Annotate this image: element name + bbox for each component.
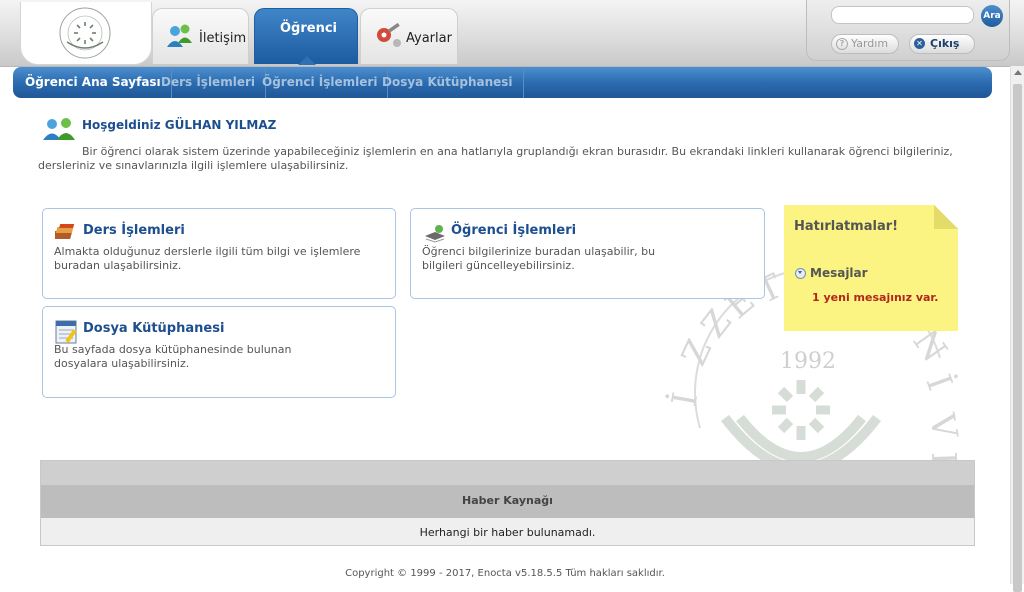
logout-button-label: Çıkış xyxy=(930,37,960,50)
news-feed-title: Haber Kaynağı xyxy=(462,494,553,507)
reminders-note: Hatırlatmalar! Mesajlar 1 yeni mesajınız… xyxy=(784,205,958,331)
sub-navigation: Öğrenci Ana Sayfası Ders İşlemleri Öğren… xyxy=(13,67,992,98)
new-message-link[interactable]: 1 yeni mesajınız var. xyxy=(812,291,938,304)
svg-text:V: V xyxy=(921,410,965,444)
svg-text:İ: İ xyxy=(918,369,960,395)
card-ogrenci-title[interactable]: Öğrenci İşlemleri xyxy=(451,223,576,238)
welcome-title: Hoşgeldiniz GÜLHAN YILMAZ xyxy=(82,118,277,132)
tab-ogrenci-label: Öğrenci xyxy=(280,21,338,36)
student-icon xyxy=(423,221,447,246)
subnav-ogrenci-islemleri[interactable]: Öğrenci İşlemleri xyxy=(252,67,389,98)
header-tools: Ara ? Yardım ✕ Çıkış xyxy=(806,0,1010,61)
tab-ogrenci[interactable]: Öğrenci xyxy=(254,8,358,65)
card-dosya-title[interactable]: Dosya Kütüphanesi xyxy=(83,321,224,336)
help-icon: ? xyxy=(836,38,848,50)
vertical-scrollbar[interactable] xyxy=(1010,66,1024,592)
tab-ayarlar[interactable]: Ayarlar xyxy=(360,8,458,64)
card-ders-islemleri[interactable]: Ders İşlemleri Almakta olduğunuz dersler… xyxy=(42,208,396,299)
card-ogrenci-islemleri[interactable]: Öğrenci İşlemleri Öğrenci bilgilerinize … xyxy=(410,208,765,299)
card-dosya-description: Bu sayfada dosya kütüphanesinde bulunan … xyxy=(54,343,292,370)
search-button[interactable]: Ara xyxy=(981,5,1003,27)
svg-text:Z: Z xyxy=(674,333,720,371)
news-empty-message: Herhangi bir haber bulunamadı. xyxy=(419,526,596,539)
scroll-thumb[interactable] xyxy=(1013,84,1022,592)
active-tab-pointer xyxy=(298,56,316,65)
close-icon: ✕ xyxy=(914,38,925,49)
tab-iletisim-label: İletişim xyxy=(199,31,247,46)
subnav-ogrenci-ana-sayfasi[interactable]: Öğrenci Ana Sayfası xyxy=(15,67,172,98)
card-ders-description: Almakta olduğunuz derslerle ilgili tüm b… xyxy=(54,245,361,272)
news-feed: Haber Kaynağı Herhangi bir haber bulunam… xyxy=(40,460,975,546)
welcome-description: Bir öğrenci olarak sistem üzerinde yapab… xyxy=(38,145,953,172)
expand-icon[interactable] xyxy=(795,268,806,279)
card-dosya-kutuphanesi[interactable]: Dosya Kütüphanesi Bu sayfada dosya kütüp… xyxy=(42,306,396,398)
search-input[interactable] xyxy=(831,6,974,24)
svg-text:İ: İ xyxy=(664,389,706,409)
university-logo[interactable] xyxy=(20,2,152,65)
subnav-ders-islemleri[interactable]: Ders İşlemleri xyxy=(151,67,266,98)
help-button[interactable]: ? Yardım xyxy=(831,34,899,54)
reminders-title: Hatırlatmalar! xyxy=(794,219,899,234)
courses-icon xyxy=(52,221,79,246)
messages-label[interactable]: Mesajlar xyxy=(810,266,868,280)
card-ders-title[interactable]: Ders İşlemleri xyxy=(83,223,185,238)
contacts-icon xyxy=(165,21,195,54)
scroll-up-icon[interactable] xyxy=(1014,70,1022,75)
tab-iletisim[interactable]: İletişim xyxy=(152,8,249,64)
watermark-year: 1992 xyxy=(780,349,836,374)
footer-copyright: Copyright © 1999 - 2017, Enocta v5.18.5.… xyxy=(345,568,665,579)
logout-button[interactable]: ✕ Çıkış xyxy=(909,34,975,54)
tab-ayarlar-label: Ayarlar xyxy=(406,31,452,46)
note-page-curl xyxy=(934,205,958,229)
settings-icon xyxy=(373,21,403,54)
university-seal-icon xyxy=(59,7,111,59)
card-ogrenci-description: Öğrenci bilgilerinize buradan ulaşabilir… xyxy=(422,245,656,272)
users-icon xyxy=(42,116,78,145)
help-button-label: Yardım xyxy=(851,37,889,50)
top-header: İletişim Öğrenci Ayarlar Ara ? Yardım ✕ … xyxy=(0,0,1024,67)
subnav-dosya-kutuphanesi[interactable]: Dosya Kütüphanesi xyxy=(372,67,524,98)
